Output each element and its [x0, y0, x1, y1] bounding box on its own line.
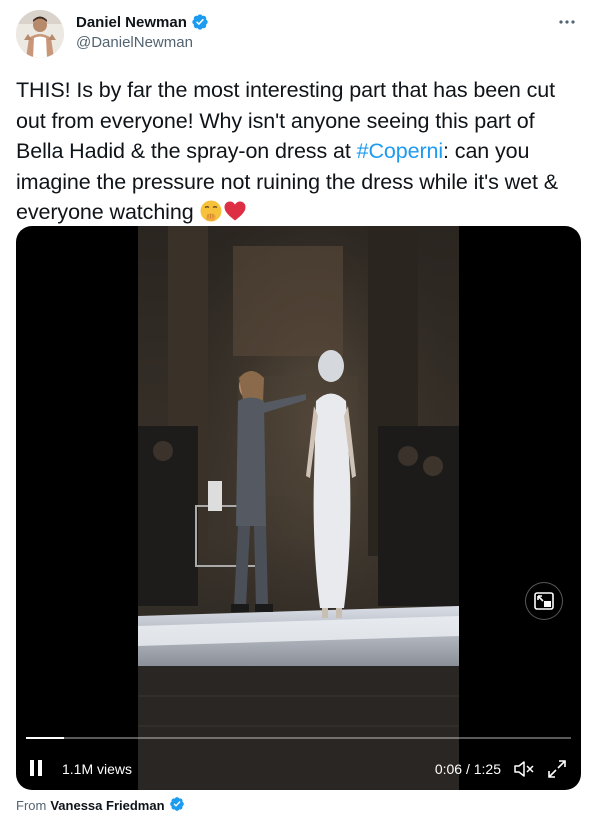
- more-options-icon[interactable]: [555, 10, 579, 34]
- pause-button[interactable]: [30, 760, 46, 778]
- video-frame[interactable]: [138, 226, 459, 790]
- video-player[interactable]: 1.1M views 0:06 / 1:25: [16, 226, 581, 790]
- picture-in-picture-icon[interactable]: [525, 582, 563, 620]
- attribution-name[interactable]: Vanessa Friedman: [50, 798, 164, 813]
- hashtag-link[interactable]: #Coperni: [357, 139, 444, 163]
- red-heart-emoji-icon: [223, 199, 247, 223]
- fullscreen-icon[interactable]: [547, 759, 567, 779]
- display-name[interactable]: Daniel Newman: [76, 14, 187, 31]
- hand-over-mouth-emoji-icon: [199, 199, 223, 223]
- video-attribution: From Vanessa Friedman: [16, 796, 187, 814]
- video-controls: 1.1M views 0:06 / 1:25: [16, 754, 581, 784]
- avatar[interactable]: [16, 10, 64, 58]
- attribution-prefix: From: [16, 797, 47, 813]
- attribution-verified-badge-icon: [169, 796, 187, 814]
- video-time: 0:06 / 1:25: [434, 761, 501, 777]
- video-progress-bar[interactable]: [26, 737, 571, 739]
- mute-icon[interactable]: [513, 759, 535, 779]
- tweet-text: THIS! Is by far the most interesting par…: [16, 75, 581, 228]
- verified-badge-icon: [191, 13, 209, 31]
- author-handle[interactable]: @DanielNewman: [76, 34, 193, 51]
- view-count: 1.1M views: [62, 761, 133, 777]
- video-progress-fill: [26, 737, 65, 739]
